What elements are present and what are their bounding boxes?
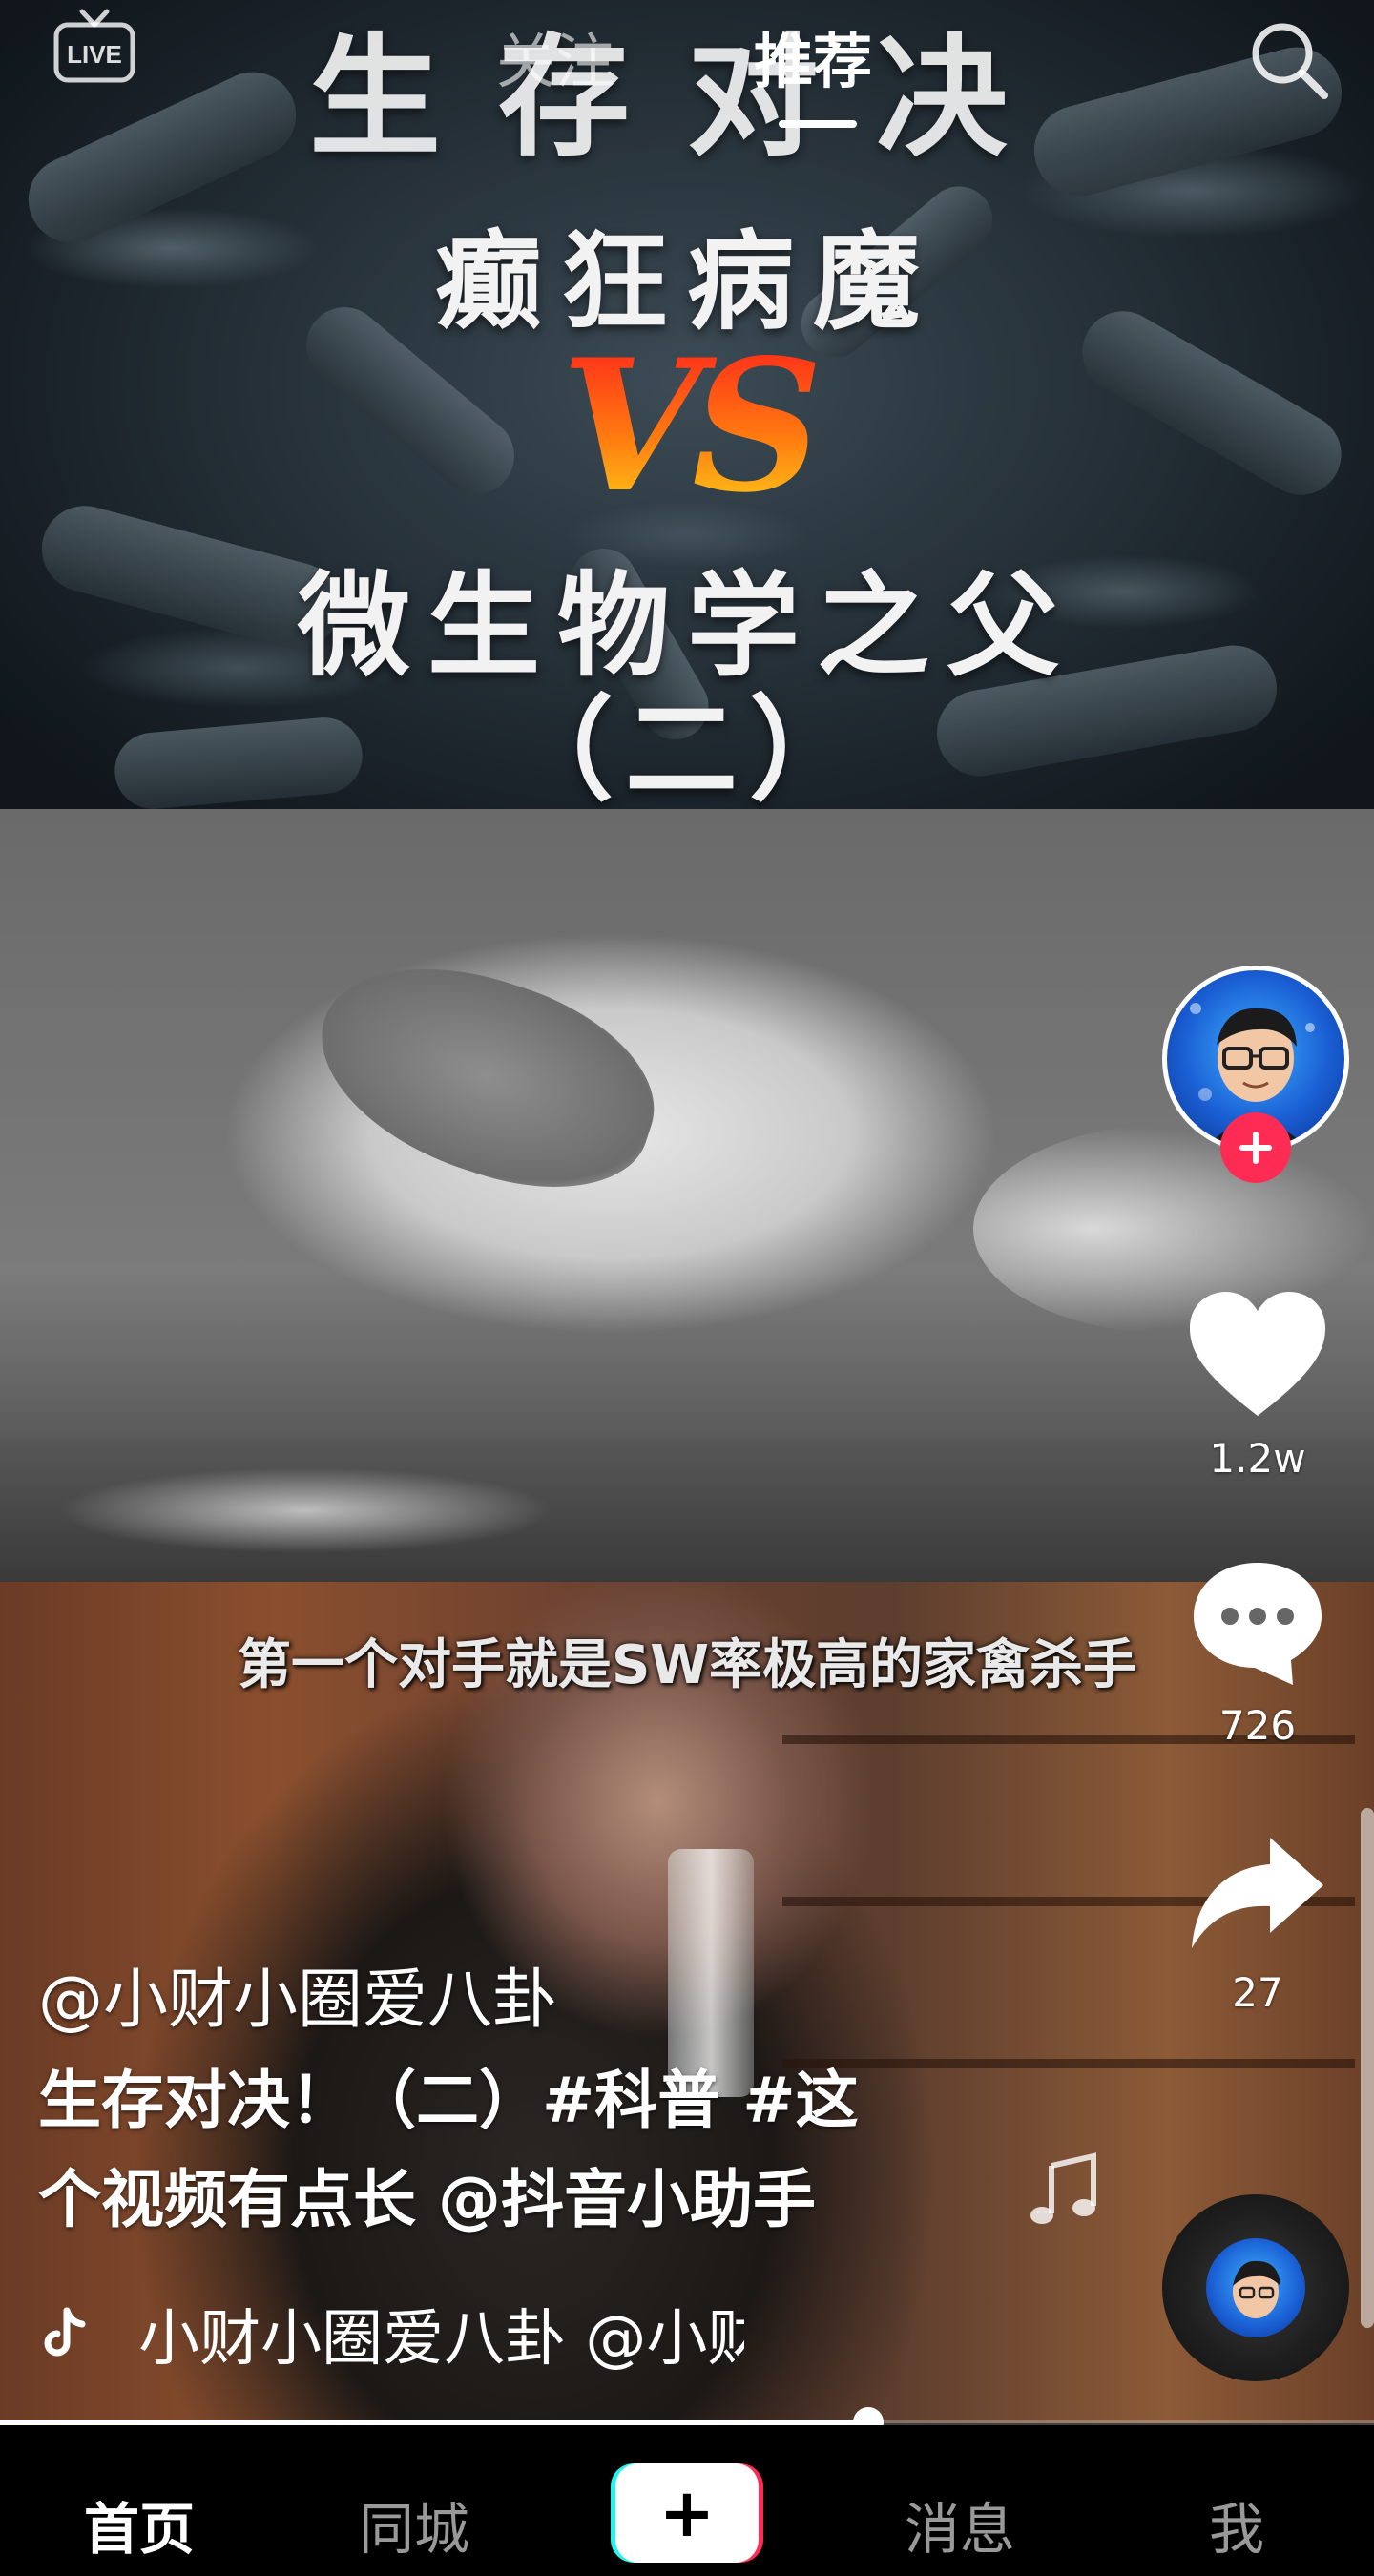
comment-button[interactable]: 726: [1162, 1555, 1353, 1749]
nav-messages[interactable]: 消息: [864, 2484, 1055, 2565]
plus-icon: [1239, 1132, 1272, 1164]
active-tab-indicator: [779, 120, 857, 128]
search-icon[interactable]: [1240, 11, 1336, 107]
caption-line-2: 个视频有点长 @抖音小助手: [38, 2163, 816, 2236]
nav-home[interactable]: 首页: [44, 2484, 235, 2565]
music-disc-avatar: [1206, 2238, 1305, 2337]
video-caption[interactable]: 生存对决！（二）#科普 #这 个视频有点长 @抖音小助手: [38, 2051, 973, 2250]
tab-follow[interactable]: 关注: [496, 13, 614, 99]
bottom-nav: 首页 同城 + 消息 我: [0, 2425, 1374, 2576]
share-button[interactable]: 27: [1162, 1832, 1353, 2016]
tiktok-icon: [44, 2307, 86, 2357]
comment-count: 726: [1218, 1702, 1297, 1749]
nav-me[interactable]: 我: [1141, 2484, 1332, 2565]
music-disc-button[interactable]: [1162, 2194, 1349, 2381]
like-button[interactable]: 1.2w: [1162, 1288, 1353, 1482]
share-icon: [1192, 1838, 1323, 1948]
nav-nearby[interactable]: 同城: [319, 2484, 510, 2565]
cover-vs-text: VS: [0, 320, 1374, 532]
cover-episode-label: （二）: [500, 683, 873, 816]
tab-recommend[interactable]: 推荐: [754, 13, 872, 99]
follow-button[interactable]: [1220, 1112, 1291, 1183]
side-scrollbar[interactable]: [1361, 1808, 1374, 2328]
like-count: 1.2w: [1209, 1435, 1306, 1482]
live-icon[interactable]: LIVE: [53, 8, 135, 84]
author-handle[interactable]: @小财小圈爱八卦: [38, 1946, 557, 2041]
music-info[interactable]: 小财小圈爱八卦 @小财小圈爱八卦: [38, 2290, 744, 2376]
caption-line-1: 生存对决！（二）#科普 #这: [38, 2064, 859, 2137]
top-bar: LIVE 关注 推荐: [0, 0, 1374, 143]
share-count: 27: [1232, 1969, 1283, 2016]
music-title: 小财小圈爱八卦 @小财小圈爱八卦: [138, 2304, 744, 2375]
heart-icon: [1190, 1292, 1325, 1416]
comment-icon: [1194, 1563, 1322, 1685]
plus-icon: +: [658, 2474, 716, 2552]
live-label: LIVE: [67, 40, 122, 69]
create-button[interactable]: +: [611, 2463, 763, 2563]
music-note-icon: [1030, 2152, 1096, 2224]
